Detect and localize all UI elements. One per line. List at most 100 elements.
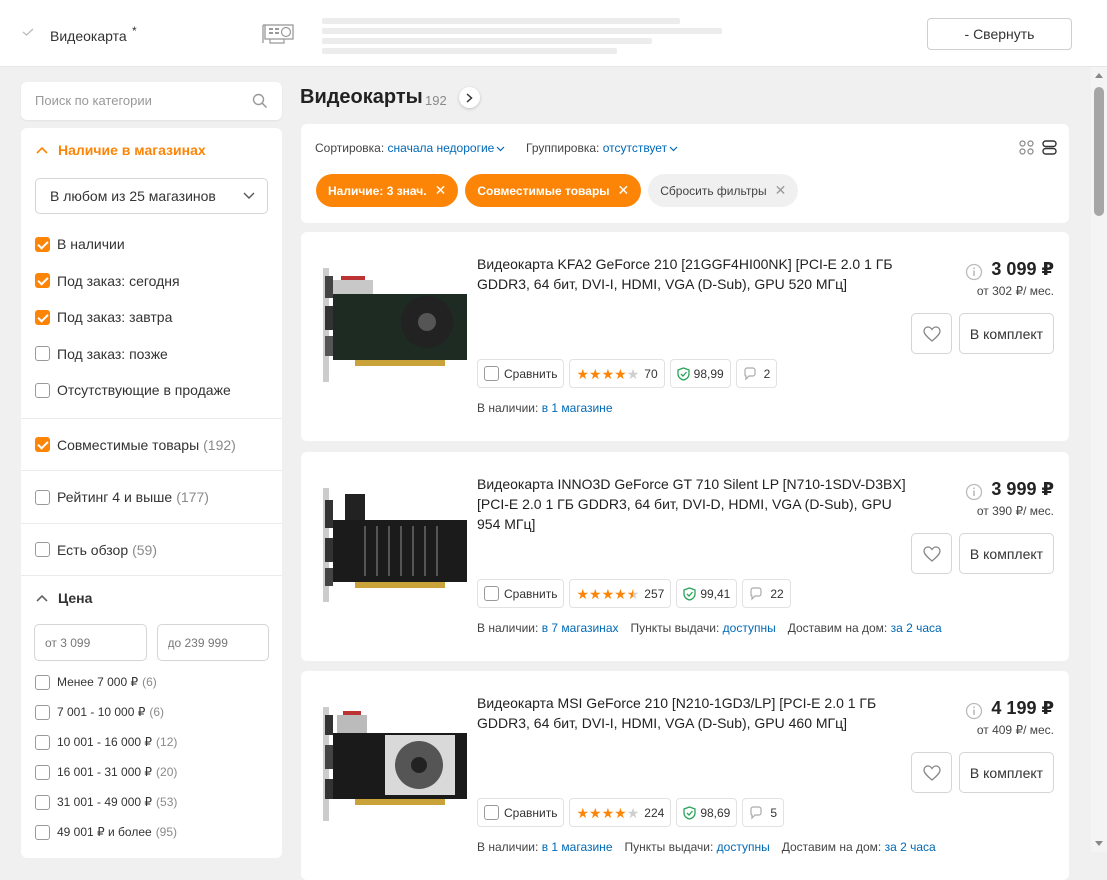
favorite-button[interactable] [911, 752, 952, 793]
scrollbar[interactable] [1091, 67, 1107, 852]
checkbox[interactable] [35, 674, 50, 690]
checkbox[interactable] [35, 824, 50, 840]
reliability-badge[interactable]: 98,99 [669, 359, 731, 388]
scroll-up-icon[interactable] [1095, 72, 1103, 78]
availability-option-order-today[interactable]: Под заказ: сегодня [21, 262, 282, 299]
rating-filter[interactable]: Рейтинг 4 и выше (177) [21, 471, 282, 524]
availability-filter-header[interactable]: Наличие в магазинах [21, 128, 282, 172]
availability-label: В наличии: [477, 621, 539, 635]
product-name[interactable]: Видеокарта KFA2 GeForce 210 [21GGF4HI00N… [477, 254, 907, 294]
checkbox[interactable] [35, 382, 50, 398]
compare-toggle[interactable]: Сравнить [477, 579, 565, 608]
empty-star-icon: ★ [626, 365, 640, 382]
collapse-button[interactable]: - Свернуть [927, 18, 1072, 50]
info-icon[interactable] [965, 483, 983, 501]
group-dropdown[interactable]: отсутствует [603, 141, 678, 155]
list-view-icon[interactable] [1042, 140, 1057, 155]
price-range-option[interactable]: 49 001 ₽ и более (95) [21, 817, 282, 847]
checkbox[interactable] [35, 437, 50, 452]
monthly-price: от 302 ₽/ мес. [976, 284, 1054, 298]
add-to-build-button[interactable]: В комплект [959, 533, 1054, 574]
checkbox[interactable] [484, 805, 499, 820]
price-range-option[interactable]: 16 001 - 31 000 ₽ (20) [21, 757, 282, 787]
filter-chip-availability[interactable]: Наличие: 3 знач. ✕ [316, 174, 459, 207]
availability-filter-title: Наличие в магазинах [58, 142, 206, 158]
price-from-input[interactable] [35, 625, 146, 660]
info-icon[interactable] [965, 263, 983, 281]
reset-filters-chip[interactable]: Сбросить фильтры ✕ [648, 174, 799, 207]
close-icon[interactable]: ✕ [435, 182, 447, 199]
checkbox[interactable] [35, 794, 50, 810]
compare-toggle[interactable]: Сравнить [477, 798, 565, 827]
review-filter[interactable]: Есть обзор (59) [21, 524, 282, 576]
price-range-option[interactable]: 10 001 - 16 000 ₽ (12) [21, 727, 282, 757]
price-filter-header[interactable]: Цена [21, 576, 282, 620]
chip-label: Наличие: 3 знач. [328, 183, 427, 198]
checkbox[interactable] [484, 586, 499, 601]
product-price: 3 999 ₽ [991, 479, 1054, 499]
checkbox[interactable] [35, 489, 50, 505]
checkbox[interactable] [484, 366, 499, 381]
reliability-badge[interactable]: 98,69 [676, 798, 738, 827]
availability-link[interactable]: в 1 магазине [542, 401, 613, 415]
questions-badge[interactable]: 5 [742, 798, 785, 827]
group-label: Группировка: [526, 141, 600, 155]
checkbox[interactable] [35, 704, 50, 720]
reliability-badge[interactable]: 99,41 [676, 579, 738, 608]
scroll-down-icon[interactable] [1095, 841, 1103, 847]
category-search-input[interactable] [33, 92, 243, 109]
questions-badge[interactable]: 2 [735, 359, 778, 388]
filters-panel: Наличие в магазинах В любом из 25 магази… [21, 128, 282, 858]
compare-toggle[interactable]: Сравнить [477, 359, 565, 388]
availability-option-order-tomorrow[interactable]: Под заказ: завтра [21, 299, 282, 335]
price-range-option[interactable]: 31 001 - 49 000 ₽ (53) [21, 787, 282, 817]
availability-link[interactable]: в 7 магазинах [542, 621, 619, 635]
add-to-build-button[interactable]: В комплект [959, 313, 1054, 354]
category-header: Видеокарта * - Свернуть [0, 0, 1107, 67]
info-icon[interactable] [965, 702, 983, 720]
compatible-filter[interactable]: Совместимые товары (192) [21, 419, 282, 471]
product-image[interactable] [315, 486, 470, 606]
checkbox[interactable] [35, 764, 50, 780]
availability-option-order-later[interactable]: Под заказ: позже [21, 335, 282, 372]
checkbox[interactable] [35, 542, 50, 557]
category-search[interactable] [21, 82, 282, 120]
chevron-down-icon [496, 146, 505, 152]
star-icon: ★ [576, 804, 590, 821]
checkbox[interactable] [35, 273, 50, 288]
close-icon[interactable]: ✕ [775, 182, 787, 199]
rating-badge[interactable]: ★ ★ ★ ★ ★ 70 [569, 359, 665, 388]
availability-option-out-of-stock[interactable]: Отсутствующие в продаже [21, 372, 282, 408]
price-to-input[interactable] [157, 625, 268, 660]
checkbox[interactable] [35, 236, 50, 252]
checkbox[interactable] [35, 346, 50, 361]
store-select[interactable]: В любом из 25 магазинов [35, 178, 268, 214]
availability-option-in-stock[interactable]: В наличии [21, 226, 282, 262]
grid-view-icon[interactable] [1019, 140, 1034, 155]
checkbox[interactable] [35, 734, 50, 750]
rating-badge[interactable]: ★ ★ ★ ★ ★ 224 [569, 798, 672, 827]
search-icon[interactable] [252, 93, 268, 109]
scrollbar-thumb[interactable] [1094, 87, 1104, 216]
favorite-button[interactable] [911, 313, 952, 354]
next-button[interactable] [459, 87, 480, 108]
questions-badge[interactable]: 22 [742, 579, 791, 608]
favorite-button[interactable] [911, 533, 952, 574]
compare-label: Сравнить [504, 366, 558, 381]
price-filter-title: Цена [58, 590, 93, 606]
filter-chip-compatible[interactable]: Совместимые товары ✕ [465, 174, 642, 207]
product-name[interactable]: Видеокарта INNO3D GeForce GT 710 Silent … [477, 474, 907, 534]
delivery-link[interactable]: за 2 часа [891, 621, 942, 635]
add-to-build-button[interactable]: В комплект [959, 752, 1054, 793]
product-image[interactable] [315, 705, 470, 825]
price-range-option[interactable]: Менее 7 000 ₽ (6) [21, 667, 282, 697]
price-range-option[interactable]: 7 001 - 10 000 ₽ (6) [21, 697, 282, 727]
checkbox[interactable] [35, 309, 50, 325]
product-image[interactable] [315, 266, 470, 386]
product-name[interactable]: Видеокарта MSI GeForce 210 [N210-1GD3/LP… [477, 693, 907, 733]
sort-dropdown[interactable]: сначала недорогие [388, 141, 506, 155]
close-icon[interactable]: ✕ [618, 182, 630, 199]
pickup-link[interactable]: доступны [723, 621, 776, 635]
rating-badge[interactable]: ★ ★ ★ ★ ★ 257 [569, 579, 672, 608]
sort-panel: Сортировка: сначала недорогие Группировк… [301, 124, 1069, 223]
